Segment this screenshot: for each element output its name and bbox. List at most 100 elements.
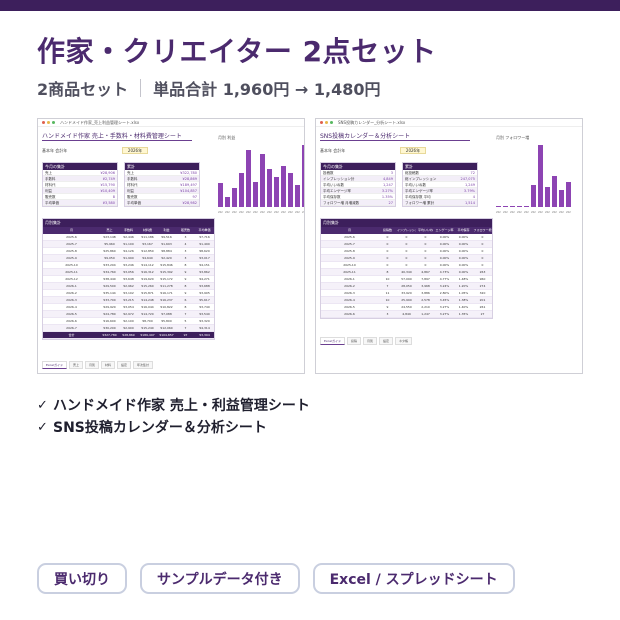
summary-row: 平均単価 ¥28,982: [125, 200, 199, 206]
feature-item: ✓ ハンドメイド作家 売上・利益管理シート: [37, 394, 310, 416]
summary-label: 平均単価: [45, 201, 59, 205]
table-cell: 2026-7: [66, 326, 77, 330]
table-cell: ¥8,700: [142, 319, 153, 323]
table-cell: 0: [386, 249, 389, 253]
summary-value: ¥104,857: [180, 189, 197, 193]
table-cell: 2026-3: [66, 298, 77, 302]
table-cell: 274: [479, 284, 486, 288]
table-cell: 0: [424, 235, 427, 239]
table-cell: 0: [405, 249, 408, 253]
sheet-tab[interactable]: 設定: [117, 361, 132, 369]
table-cell: 0.00%: [458, 235, 469, 239]
table-row: 2025-10 ¥33,204 ¥3,246 ¥14,112 ¥15,846 8 ¥4,15…: [43, 262, 214, 269]
window-titlebar: ハンドメイド作家_売上利益管理シート.xlsx: [38, 119, 304, 127]
summary-box1: 今月の集計 投稿数 3 インプレッション計 4,849 平均いいね数 1,247 平均エンゲー…: [320, 162, 396, 207]
sheet-tab[interactable]: 投稿: [346, 337, 361, 345]
summary-label: インプレッション計: [323, 177, 355, 181]
table-cell: 320: [479, 291, 486, 295]
chart-bars: [218, 145, 304, 207]
column-header: 平均単価: [198, 228, 211, 232]
sheet-tab[interactable]: 材料: [100, 361, 115, 369]
table-cell: 0.00%: [458, 256, 469, 260]
table-cell: 3: [184, 235, 187, 239]
table-row: 2025-8 ¥25,860 ¥4,126 ¥12,850 ¥8,884 3 ¥8,620: [43, 248, 214, 255]
table-cell: ¥16,600: [103, 319, 116, 323]
monthly-table: 月別集計月 売上 手数料 材料費 利益 販売数 平均単価 2025-6 ¥23,148 ¥2,44…: [42, 218, 215, 340]
sheet-tab[interactable]: Excelガイド: [42, 361, 67, 369]
table-cell: 2026-4: [66, 305, 77, 309]
table-cell: 9: [386, 305, 389, 309]
table-cell: 2026-4: [344, 298, 355, 302]
summary-label: 平均保存数: [323, 195, 341, 199]
table-cell: 3: [184, 256, 187, 260]
summary-value: ¥322,780: [180, 171, 197, 175]
tag-buyout[interactable]: 買い切り: [37, 563, 127, 594]
table-cell: 0: [481, 242, 484, 246]
tag-excel-spreadsheet[interactable]: Excel / スプレッドシート: [312, 563, 515, 594]
table-cell: ¥327,780: [102, 333, 117, 337]
summary-row: フォロワー増 累計 1,514: [403, 200, 477, 206]
chart-bar: [302, 145, 304, 207]
subtitle-price: 単品合計 1,960円 → 1,480円: [153, 80, 381, 99]
summary-value: 27: [388, 201, 393, 205]
table-row: 2026-4 10 25,990 2,578 3.45% 1.38% 201: [321, 297, 492, 304]
sheet-tab[interactable]: 月別: [362, 337, 377, 345]
table-cell: ¥1,490: [199, 242, 210, 246]
chart-bar: [267, 168, 272, 207]
table-cell: 7: [386, 284, 389, 288]
table-cell: ¥8,620: [199, 249, 210, 253]
table-cell: 5: [184, 319, 187, 323]
table-cell: 1.48%: [458, 277, 469, 281]
chart-bar: [531, 185, 536, 207]
table-cell: ¥25,860: [103, 249, 116, 253]
sheet-tab[interactable]: 月別: [84, 361, 99, 369]
table-cell: ¥16,237: [160, 298, 173, 302]
table-cell: ¥5,960: [104, 242, 115, 246]
chart-title: 月別 フォロワー増: [496, 135, 530, 140]
table-cell: 4,849: [402, 312, 411, 316]
x-tick-label: 2025-9: [510, 211, 515, 214]
sheet-tab[interactable]: Excelガイド: [320, 337, 345, 345]
sheet-tab[interactable]: 設定: [378, 337, 393, 345]
table-cell: ¥35,144: [103, 291, 116, 295]
table-cell: ¥15,240: [141, 326, 154, 330]
summary-header: 今月の集計: [321, 163, 395, 170]
summary-label: 総インプレッション: [405, 177, 437, 181]
chart-bar: [288, 172, 293, 207]
table-cell: ¥9,516: [161, 235, 172, 239]
table-cell: 2025-8: [344, 249, 355, 253]
summary-label: 材料代: [127, 183, 138, 187]
table-cell: 2025-11: [65, 270, 78, 274]
table-cell: 2026-5: [344, 305, 355, 309]
table-cell: 0: [405, 256, 408, 260]
column-header: 月: [347, 228, 351, 232]
chart-bar: [218, 183, 223, 207]
x-tick-label: 2026-5: [288, 211, 293, 214]
summary-label: 総投稿数: [405, 171, 419, 175]
summary-label: 投稿数: [323, 171, 334, 175]
subtitle-divider: [140, 79, 142, 97]
summary-value: ¥2,749: [102, 177, 115, 181]
table-cell: ¥3,102: [123, 291, 134, 295]
table-cell: ¥1,990: [123, 256, 134, 260]
window-dot-icon: [42, 121, 45, 124]
sheet-tab[interactable]: 年次集計: [133, 361, 154, 369]
chart-x-labels: 2025-72025-82025-92025-102025-112025-122…: [496, 211, 571, 214]
sheet-tab[interactable]: 売上: [68, 361, 83, 369]
summary-label: 販売数: [127, 195, 138, 199]
table-cell: 0: [405, 242, 408, 246]
table-row: 2026-4 ¥29,920 ¥3,054 ¥16,044 ¥10,822 8 ¥3,740: [43, 304, 214, 311]
chart-bar: [510, 205, 515, 207]
table-row: 2025-6 ¥23,148 ¥2,446 ¥11,186 ¥9,516 3 ¥7,716: [43, 234, 214, 241]
table-cell: ¥7,088: [161, 312, 172, 316]
summary-label: 利益: [127, 189, 134, 193]
sheet-tab[interactable]: ネタ帳: [395, 337, 413, 345]
chart-x-labels: 2025-72025-82025-92025-102025-112025-122…: [218, 211, 304, 214]
table-cell: 27: [480, 312, 485, 316]
table-cell: 2026-1: [66, 284, 77, 288]
column-header: 販売数: [180, 228, 190, 232]
tag-sample-data[interactable]: サンプルデータ付き: [140, 563, 300, 594]
table-row: 2025-10 0 0 0 0.00% 0.00% 0: [321, 262, 492, 269]
feature-label: SNS投稿カレンダー＆分析シート: [53, 420, 267, 436]
summary-value: 1.35%: [381, 195, 393, 199]
